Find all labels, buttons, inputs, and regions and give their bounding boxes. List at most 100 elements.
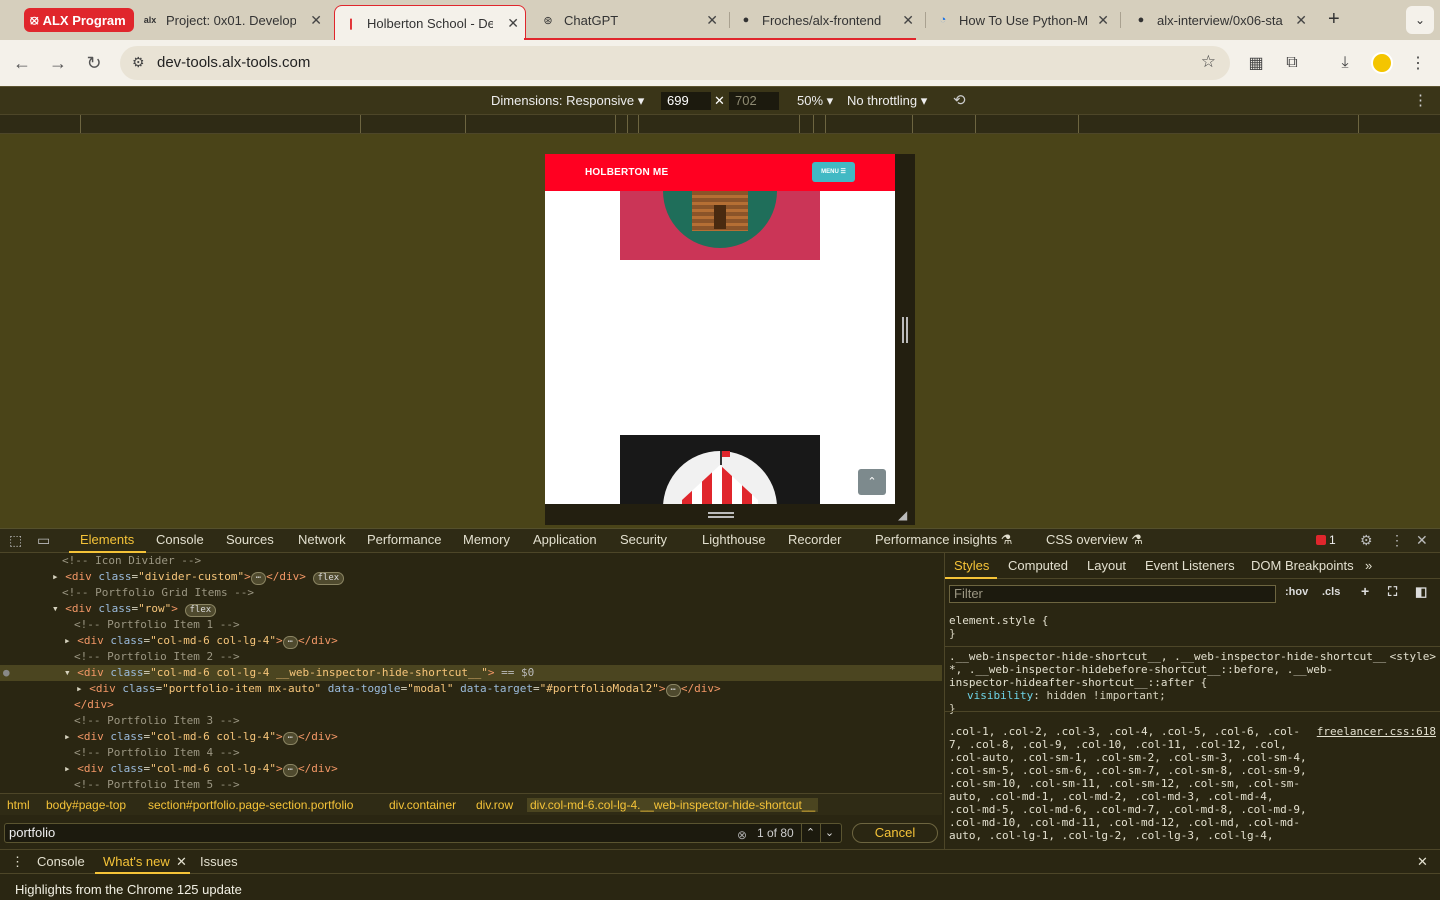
breadcrumb-selected[interactable]: div.col-md-6.col-lg-4.__web-inspector-hi… (527, 798, 819, 812)
page-preview[interactable]: HOLBERTON ME MENU ☰ ⌃ (545, 154, 895, 504)
corner-resize-icon[interactable]: ◢ (898, 508, 907, 522)
paint-icon[interactable]: ⛶ (1388, 584, 1397, 600)
tab-search-icon[interactable]: ⌄ (1406, 6, 1434, 34)
drawer-tab-console[interactable]: Console (37, 854, 85, 869)
tab-python[interactable]: ◔ How To Use Python-M ✕ (935, 6, 1115, 34)
dom-line-selected[interactable]: ● ▾ <div class="col-md-6 col-lg-4 __web-i… (0, 665, 942, 681)
tab-layout[interactable]: Layout (1087, 558, 1126, 573)
dom-line[interactable]: <!-- Portfolio Item 5 --> (0, 777, 942, 793)
width-input[interactable]: 699 (661, 92, 711, 110)
reload-icon[interactable]: ↻ (83, 52, 105, 74)
tab-application[interactable]: Application (533, 532, 597, 547)
download-icon[interactable]: ⤓ (1334, 52, 1356, 74)
rule-source[interactable]: <style> (1390, 650, 1436, 663)
dom-line[interactable]: <!-- Portfolio Grid Items --> (0, 585, 942, 601)
forward-arrow-icon[interactable]: → (47, 52, 69, 74)
tab-chatgpt[interactable]: ⊛ ChatGPT ✕ (540, 6, 724, 34)
device-toggle-icon[interactable]: ▭ (37, 532, 50, 549)
rule-source-link[interactable]: freelancer.css:618 (1317, 725, 1436, 738)
address-bar[interactable]: ⚙ dev-tools.alx-tools.com ☆ (120, 46, 1230, 80)
close-icon[interactable]: ✕ (176, 854, 187, 870)
dom-line[interactable]: <!-- Icon Divider --> (0, 553, 942, 569)
scroll-to-top-button[interactable]: ⌃ (858, 469, 886, 495)
close-icon[interactable]: ✕ (1097, 12, 1109, 29)
styles-filter-input[interactable]: Filter (949, 585, 1276, 603)
inspect-element-icon[interactable]: ⬚ (9, 532, 22, 549)
tab-performance-insights[interactable]: Performance insights ⚗ (875, 532, 1012, 548)
dimensions-dropdown[interactable]: Dimensions: Responsive ▾ (491, 93, 644, 109)
tab-css-overview[interactable]: CSS overview ⚗ (1046, 532, 1143, 548)
sidebar-toggle-icon[interactable]: ◧ (1415, 584, 1427, 600)
tab-styles[interactable]: Styles (954, 558, 989, 573)
tab-console[interactable]: Console (156, 532, 204, 547)
property-value[interactable]: hidden !important; (1046, 689, 1165, 702)
tab-group-alx-program[interactable]: ⦻ ALX Program (24, 8, 134, 32)
puzzle-icon[interactable]: ⧉ (1281, 52, 1303, 74)
tab-holberton[interactable]: ❙ Holberton School - De ✕ (334, 5, 526, 40)
cls-button[interactable]: .cls (1322, 586, 1340, 598)
tab-computed[interactable]: Computed (1008, 558, 1068, 573)
issues-badge[interactable]: 1 (1316, 533, 1336, 547)
tab-security[interactable]: Security (620, 532, 667, 547)
hov-button[interactable]: :hov (1285, 586, 1308, 598)
tab-dom-breakpoints[interactable]: DOM Breakpoints (1251, 558, 1354, 573)
property-name[interactable]: visibility (967, 689, 1033, 702)
menu-button[interactable]: MENU ☰ (812, 162, 855, 182)
height-input[interactable]: 702 (729, 92, 779, 110)
rotate-icon[interactable]: ⟲ (953, 91, 966, 109)
dom-line[interactable]: ▾ <div class="row"> flex (0, 601, 942, 617)
close-icon[interactable]: ✕ (902, 12, 914, 29)
close-devtools-icon[interactable]: ✕ (1416, 532, 1428, 549)
dom-line[interactable]: ▸ <div class="col-md-6 col-lg-4"> ⋯ </div> (0, 729, 942, 745)
tab-froches[interactable]: ● Froches/alx-frontend ✕ (738, 6, 920, 34)
drawer-menu-icon[interactable]: ⋮ (11, 854, 24, 870)
dom-line[interactable]: <!-- Portfolio Item 1 --> (0, 617, 942, 633)
tab-lighthouse[interactable]: Lighthouse (702, 532, 766, 547)
portfolio-item-circus[interactable] (620, 435, 820, 504)
zoom-dropdown[interactable]: 50% ▾ (797, 93, 833, 109)
flex-pill[interactable]: flex (184, 604, 217, 617)
tab-network[interactable]: Network (298, 532, 346, 547)
tab-memory[interactable]: Memory (463, 532, 510, 547)
tab-event-listeners[interactable]: Event Listeners (1145, 558, 1235, 573)
bookmark-star-icon[interactable]: ☆ (1201, 52, 1216, 72)
extension-icon[interactable]: ▦ (1245, 52, 1267, 74)
new-tab-icon[interactable]: + (1328, 8, 1340, 31)
dom-line[interactable]: <!-- Portfolio Item 4 --> (0, 745, 942, 761)
breadcrumb-container[interactable]: div.container (389, 798, 456, 812)
breadcrumb-body[interactable]: body#page-top (46, 798, 126, 812)
ellipsis-pill[interactable]: ⋯ (282, 764, 299, 777)
more-options-icon[interactable]: ⋮ (1413, 91, 1428, 109)
tab-recorder[interactable]: Recorder (788, 532, 841, 547)
breadcrumb-row[interactable]: div.row (476, 798, 513, 812)
tab-performance[interactable]: Performance (367, 532, 441, 547)
throttling-dropdown[interactable]: No throttling ▾ (847, 93, 927, 109)
media-query-bar[interactable] (0, 114, 1440, 134)
dom-search-input[interactable]: portfolio ⊗ 1 of 80 ⌃ ⌄ (4, 823, 842, 843)
back-arrow-icon[interactable]: ← (11, 52, 33, 74)
dom-line[interactable]: ▸ <div class="divider-custom"> ⋯ </div> fl… (0, 569, 942, 585)
ellipsis-pill[interactable]: ⋯ (282, 732, 299, 745)
drawer-tab-whats-new[interactable]: What's new (103, 854, 170, 869)
cancel-button[interactable]: Cancel (852, 823, 938, 843)
avatar[interactable] (1371, 52, 1393, 74)
close-drawer-icon[interactable]: ✕ (1417, 854, 1428, 870)
flex-pill[interactable]: flex (312, 572, 345, 585)
bottom-resize-handle[interactable] (545, 504, 895, 525)
dom-line[interactable]: ▸ <div class="portfolio-item mx-auto" da… (0, 681, 942, 697)
dom-line[interactable]: <!-- Portfolio Item 3 --> (0, 713, 942, 729)
tab-alx-interview[interactable]: ● alx-interview/0x06-sta ✕ (1133, 6, 1313, 34)
kebab-menu-icon[interactable]: ⋮ (1390, 532, 1404, 549)
close-icon[interactable]: ✕ (706, 12, 718, 29)
tab-elements[interactable]: Elements (80, 532, 134, 547)
close-icon[interactable]: ✕ (1295, 12, 1307, 29)
ellipsis-pill[interactable]: ⋯ (665, 684, 681, 697)
chevron-down-icon[interactable]: ⌄ (820, 824, 838, 842)
breadcrumb-section[interactable]: section#portfolio.page-section.portfolio (148, 798, 353, 812)
settings-gear-icon[interactable]: ⚙ (1360, 532, 1373, 549)
kebab-menu-icon[interactable]: ⋮ (1407, 52, 1429, 74)
portfolio-item-cabin[interactable] (620, 191, 820, 260)
dom-line[interactable]: <!-- Portfolio Item 2 --> (0, 649, 942, 665)
more-tabs-icon[interactable]: » (1365, 558, 1372, 573)
tab-sources[interactable]: Sources (226, 532, 274, 547)
